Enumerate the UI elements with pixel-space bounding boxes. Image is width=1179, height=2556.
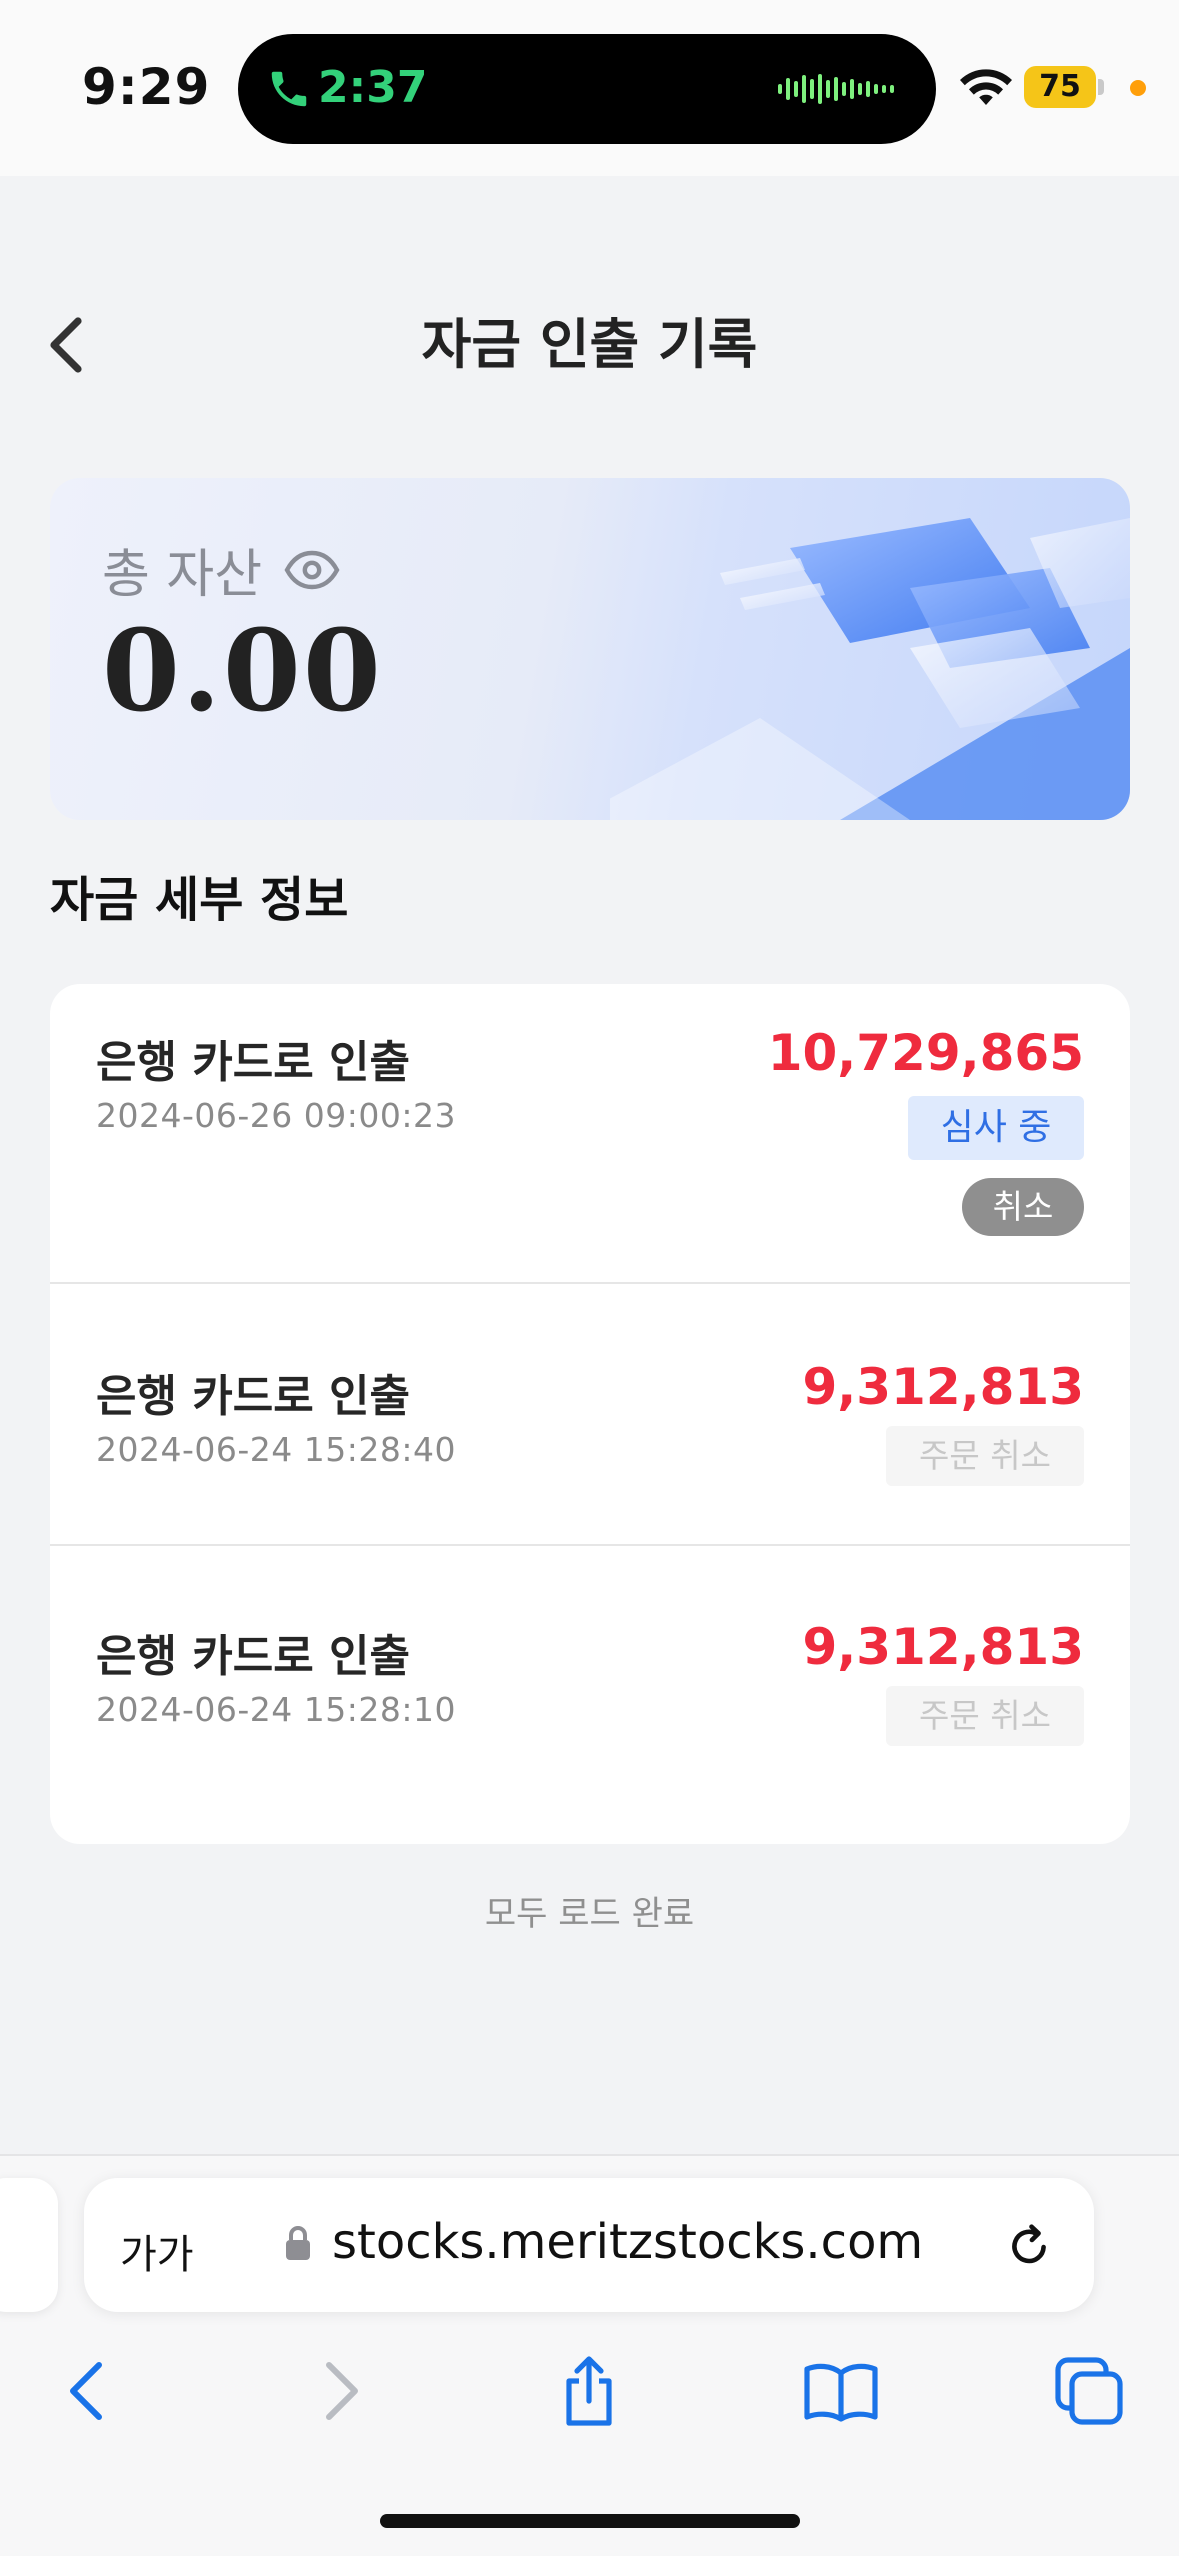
url-text[interactable]: stocks.meritzstocks.com xyxy=(332,2214,923,2270)
share-icon xyxy=(566,2356,612,2426)
chevron-left-icon xyxy=(50,317,82,373)
call-timer: 2:37 xyxy=(318,62,428,113)
eye-icon[interactable] xyxy=(284,550,340,590)
withdrawal-record-list: 은행 카드로 인출 2024-06-26 09:00:23 10,729,865… xyxy=(50,984,1130,1844)
browser-toolbar xyxy=(0,2346,1179,2436)
record-title: 은행 카드로 인출 xyxy=(96,1371,410,1422)
back-button[interactable] xyxy=(36,310,96,380)
page-title: 자금 인출 기록 xyxy=(421,313,758,376)
waveform-icon xyxy=(778,72,898,106)
wifi-icon xyxy=(960,69,1012,105)
record-title: 은행 카드로 인출 xyxy=(96,1631,410,1682)
list-item[interactable]: 은행 카드로 인출 2024-06-24 15:28:40 9,312,813 … xyxy=(50,1284,1130,1546)
bookmarks-button[interactable] xyxy=(796,2346,886,2436)
cancel-button[interactable]: 취소 xyxy=(962,1178,1084,1236)
record-amount: 9,312,813 xyxy=(802,1358,1084,1416)
card-decoration xyxy=(610,518,1130,820)
total-asset-label: 총 자산 xyxy=(102,545,263,605)
tabs-icon xyxy=(1055,2357,1123,2425)
dynamic-island[interactable]: 2:37 xyxy=(238,34,936,144)
previous-tab-preview[interactable] xyxy=(0,2178,58,2312)
page-settings-button[interactable]: 가가 xyxy=(120,2222,194,2280)
tabs-button[interactable] xyxy=(1044,2346,1134,2436)
share-button[interactable] xyxy=(544,2346,634,2436)
record-amount: 9,312,813 xyxy=(802,1618,1084,1676)
browser-forward-button[interactable] xyxy=(296,2346,386,2436)
status-badge: 주문 취소 xyxy=(886,1686,1084,1746)
address-bar[interactable]: 가가 stocks.meritzstocks.com xyxy=(84,2178,1094,2312)
record-date: 2024-06-26 09:00:23 xyxy=(96,1096,456,1135)
bookmarks-icon xyxy=(804,2363,878,2422)
list-item[interactable]: 은행 카드로 인출 2024-06-26 09:00:23 10,729,865… xyxy=(50,984,1130,1284)
total-asset-value: 0.00 xyxy=(102,606,383,737)
forward-icon xyxy=(326,2362,358,2420)
section-title: 자금 세부 정보 xyxy=(50,872,349,928)
status-bar: 9:29 2:37 75 xyxy=(0,0,1179,176)
record-date: 2024-06-24 15:28:10 xyxy=(96,1690,456,1729)
privacy-indicator-dot xyxy=(1130,80,1146,96)
reload-icon[interactable] xyxy=(1004,2220,1054,2270)
battery-icon: 75 xyxy=(1024,66,1104,108)
battery-level: 75 xyxy=(1024,66,1096,108)
browser-back-button[interactable] xyxy=(42,2346,132,2436)
total-asset-card: 총 자산 0.00 xyxy=(50,478,1130,820)
status-time: 9:29 xyxy=(82,58,211,116)
status-badge: 심사 중 xyxy=(908,1096,1084,1160)
asset-label-row: 총 자산 xyxy=(102,532,340,607)
status-badge: 주문 취소 xyxy=(886,1426,1084,1486)
record-date: 2024-06-24 15:28:40 xyxy=(96,1430,456,1469)
load-complete-text: 모두 로드 완료 xyxy=(484,1894,695,1934)
lock-icon xyxy=(286,2226,310,2260)
home-indicator[interactable] xyxy=(380,2514,800,2528)
list-item[interactable]: 은행 카드로 인출 2024-06-24 15:28:10 9,312,813 … xyxy=(50,1546,1130,1844)
back-icon xyxy=(70,2362,102,2420)
record-title: 은행 카드로 인출 xyxy=(96,1037,410,1088)
call-icon xyxy=(271,71,307,107)
record-amount: 10,729,865 xyxy=(767,1024,1084,1082)
